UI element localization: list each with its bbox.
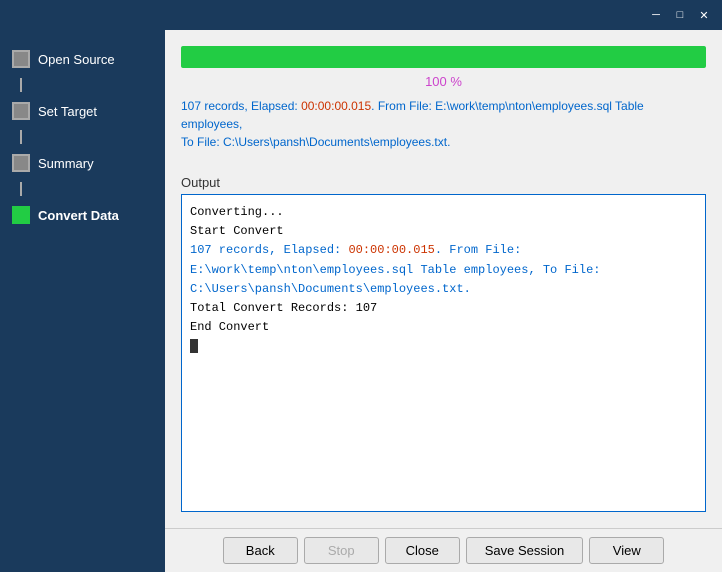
sidebar-label-open-source: Open Source	[38, 52, 115, 67]
status-line-1: 107 records, Elapsed: 00:00:00.015. From…	[181, 99, 644, 131]
progress-bar-fill	[181, 46, 706, 68]
save-session-button[interactable]: Save Session	[466, 537, 584, 564]
sidebar-item-summary[interactable]: Summary	[0, 144, 165, 182]
back-button[interactable]: Back	[223, 537, 298, 564]
title-bar: ─ □ ✕	[0, 0, 722, 30]
sidebar-item-open-source[interactable]: Open Source	[0, 40, 165, 78]
bottom-buttons: Back Stop Close Save Session View	[165, 528, 722, 572]
sidebar-item-convert-data[interactable]: Convert Data	[0, 196, 165, 234]
main-panel: 100 % 107 records, Elapsed: 00:00:00.015…	[165, 30, 722, 572]
progress-percent: 100 %	[181, 74, 706, 89]
close-button[interactable]: ✕	[694, 5, 714, 25]
output-box[interactable]: Converting... Start Convert 107 records,…	[181, 194, 706, 512]
step-icon-summary	[12, 154, 30, 172]
output-line-3: 107 records, Elapsed: 00:00:00.015. From…	[190, 241, 697, 299]
output-line-4: Total Convert Records: 107	[190, 299, 697, 318]
output-line-1: Converting...	[190, 203, 697, 222]
step-connector-1	[20, 78, 22, 92]
output-line-2: Start Convert	[190, 222, 697, 241]
step-connector-3	[20, 182, 22, 196]
close-button-main[interactable]: Close	[385, 537, 460, 564]
step-icon-convert-data	[12, 206, 30, 224]
output-cursor-line	[190, 337, 697, 356]
progress-section: 100 % 107 records, Elapsed: 00:00:00.015…	[181, 46, 706, 163]
sidebar-item-set-target[interactable]: Set Target	[0, 92, 165, 130]
step-icon-open-source	[12, 50, 30, 68]
output-line-5: End Convert	[190, 318, 697, 337]
minimize-button[interactable]: ─	[646, 5, 666, 25]
stop-button[interactable]: Stop	[304, 537, 379, 564]
output-section: Output Converting... Start Convert 107 r…	[181, 175, 706, 512]
content-area: 100 % 107 records, Elapsed: 00:00:00.015…	[165, 30, 722, 528]
view-button[interactable]: View	[589, 537, 664, 564]
maximize-button[interactable]: □	[670, 5, 690, 25]
output-label: Output	[181, 175, 706, 190]
status-line-2: To File: C:\Users\pansh\Documents\employ…	[181, 135, 450, 149]
sidebar-label-summary: Summary	[38, 156, 94, 171]
sidebar: Open Source Set Target Summary Convert D…	[0, 30, 165, 572]
step-icon-set-target	[12, 102, 30, 120]
step-connector-2	[20, 130, 22, 144]
sidebar-label-set-target: Set Target	[38, 104, 97, 119]
progress-bar-container	[181, 46, 706, 68]
status-text: 107 records, Elapsed: 00:00:00.015. From…	[181, 97, 706, 151]
sidebar-label-convert-data: Convert Data	[38, 208, 119, 223]
